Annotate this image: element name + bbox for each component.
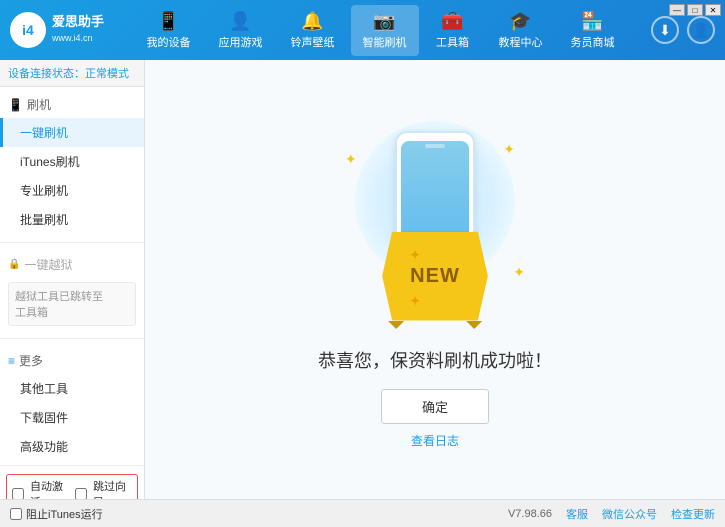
star-left: ✦ [410, 248, 421, 262]
user-btn[interactable]: 👤 [687, 16, 715, 44]
nav-smart-flash[interactable]: 📷 智能刷机 [351, 5, 419, 56]
nav-label-business: 务员商城 [571, 34, 615, 50]
update-link[interactable]: 检查更新 [671, 506, 715, 522]
nav-toolbox[interactable]: 🧰 工具箱 [423, 5, 483, 56]
more-section: ≡ 更多 其他工具 下载固件 高级功能 [0, 343, 144, 465]
version-text: V7.98.66 [508, 508, 552, 520]
nav-label-apps: 应用游戏 [219, 34, 263, 50]
sidebar-item-one-key[interactable]: 一键刷机 [0, 118, 144, 147]
flash-section: 📱 刷机 一键刷机 iTunes刷机 专业刷机 批量刷机 [0, 87, 144, 238]
logo-text: i4 [22, 22, 34, 38]
business-icon: 🏪 [581, 11, 603, 32]
itunes-label[interactable]: 阻止iTunes运行 [26, 506, 103, 522]
more-section-header: ≡ 更多 [0, 347, 144, 374]
skip-guide-checkbox[interactable] [75, 488, 87, 499]
more-header-label: 更多 [19, 352, 43, 369]
sidebar-item-other[interactable]: 其他工具 [0, 374, 144, 403]
device-icon: 📱 [157, 11, 179, 32]
apps-icon: 👤 [229, 11, 251, 32]
download-btn[interactable]: ⬇ [651, 16, 679, 44]
nav-ringtones[interactable]: 🔔 铃声壁纸 [279, 5, 347, 56]
status-bar: 设备连接状态：正常模式 [0, 60, 144, 87]
nav-my-device[interactable]: 📱 我的设备 [135, 5, 203, 56]
auto-activate-checkbox[interactable] [12, 488, 24, 499]
sidebar-item-batch[interactable]: 批量刷机 [0, 205, 144, 234]
flash-header-label: 刷机 [27, 96, 51, 113]
nav-label-ringtones: 铃声壁纸 [291, 34, 335, 50]
log-link[interactable]: 查看日志 [411, 432, 459, 449]
nav-label-toolbox: 工具箱 [436, 34, 469, 50]
new-badge: ✦ NEW ✦ [382, 232, 488, 321]
auto-activate-label[interactable]: 自动激活 [30, 478, 69, 499]
ringtones-icon: 🔔 [301, 11, 323, 32]
header: i4 爱思助手 www.i4.cn 📱 我的设备 👤 应用游戏 🔔 铃声壁纸 📷 [0, 0, 725, 60]
logo-icon: i4 [10, 12, 46, 48]
nav-items: 📱 我的设备 👤 应用游戏 🔔 铃声壁纸 📷 智能刷机 🧰 工具箱 🎓 [110, 5, 651, 56]
nav-apps[interactable]: 👤 应用游戏 [207, 5, 275, 56]
ribbon-tail-right [466, 321, 482, 329]
skip-guide-label[interactable]: 跳过向导 [93, 478, 132, 499]
header-right: ⬇ 👤 [651, 16, 715, 44]
lock-icon: 🔒 [8, 259, 20, 270]
nav-business[interactable]: 🏪 务员商城 [559, 5, 627, 56]
ribbon-tail-left [388, 321, 404, 329]
tutorials-icon: 🎓 [509, 11, 531, 32]
sidebar-item-pro[interactable]: 专业刷机 [0, 176, 144, 205]
confirm-button[interactable]: 确定 [381, 389, 489, 424]
nav-label-smart-flash: 智能刷机 [363, 34, 407, 50]
divider-2 [0, 338, 144, 339]
logo-subtitle: 爱思助手 www.i4.cn [52, 14, 104, 45]
close-btn[interactable]: ✕ [705, 4, 721, 16]
success-text: 恭喜您，保资料刷机成功啦！ [318, 347, 552, 373]
jailbreak-label: 一键越狱 [24, 256, 72, 273]
star-right: ✦ [410, 294, 421, 308]
flash-header-icon: 📱 [8, 98, 23, 112]
sidebar: 设备连接状态：正常模式 📱 刷机 一键刷机 iTunes刷机 专业刷机 批量刷机 [0, 60, 145, 499]
wechat-link[interactable]: 微信公众号 [602, 506, 657, 522]
footer: 阻止iTunes运行 V7.98.66 客服 微信公众号 检查更新 [0, 499, 725, 527]
footer-right: V7.98.66 客服 微信公众号 检查更新 [508, 506, 715, 522]
phone-illustration: ✦ ✦ ✦ ✦ NEW ✦ [335, 111, 535, 331]
main-content: ✦ ✦ ✦ ✦ NEW ✦ [145, 60, 725, 499]
support-link[interactable]: 客服 [566, 506, 588, 522]
nav-label-tutorials: 教程中心 [499, 34, 543, 50]
sparkle-icon-1: ✦ [345, 151, 357, 168]
window-controls: — □ ✕ [669, 4, 721, 16]
nav-tutorials[interactable]: 🎓 教程中心 [487, 5, 555, 56]
logo-area: i4 爱思助手 www.i4.cn [10, 12, 110, 48]
itunes-checkbox[interactable] [10, 508, 22, 520]
more-header-icon: ≡ [8, 354, 15, 368]
sidebar-item-advanced[interactable]: 高级功能 [0, 432, 144, 461]
jailbreak-disabled-msg: 越狱工具已跳转至 工具箱 [8, 282, 136, 326]
phone-notch [425, 144, 445, 148]
status-value: 正常模式 [85, 68, 129, 80]
status-prefix: 设备连接状态： [8, 68, 85, 80]
new-ribbon: ✦ NEW ✦ [382, 232, 488, 321]
divider-1 [0, 242, 144, 243]
flash-section-header: 📱 刷机 [0, 91, 144, 118]
new-text: NEW [410, 265, 460, 287]
sidebar-item-firmware[interactable]: 下载固件 [0, 403, 144, 432]
minimize-btn[interactable]: — [669, 4, 685, 16]
nav-label-device: 我的设备 [147, 34, 191, 50]
sidebar-item-itunes[interactable]: iTunes刷机 [0, 147, 144, 176]
sparkle-icon-2: ✦ [503, 141, 515, 158]
auto-options-row: 自动激活 跳过向导 [6, 474, 138, 499]
maximize-btn[interactable]: □ [687, 4, 703, 16]
sparkle-icon-3: ✦ [513, 264, 525, 281]
smart-flash-icon: 📷 [373, 11, 395, 32]
jailbreak-header: 🔒 一键越狱 [0, 251, 144, 278]
sidebar-device-section: 自动激活 跳过向导 📱 iPhone 15 Pro Max 512GB iPho… [0, 465, 144, 499]
footer-left: 阻止iTunes运行 [10, 506, 155, 522]
jailbreak-section: 🔒 一键越狱 越狱工具已跳转至 工具箱 [0, 247, 144, 334]
toolbox-icon: 🧰 [441, 11, 463, 32]
